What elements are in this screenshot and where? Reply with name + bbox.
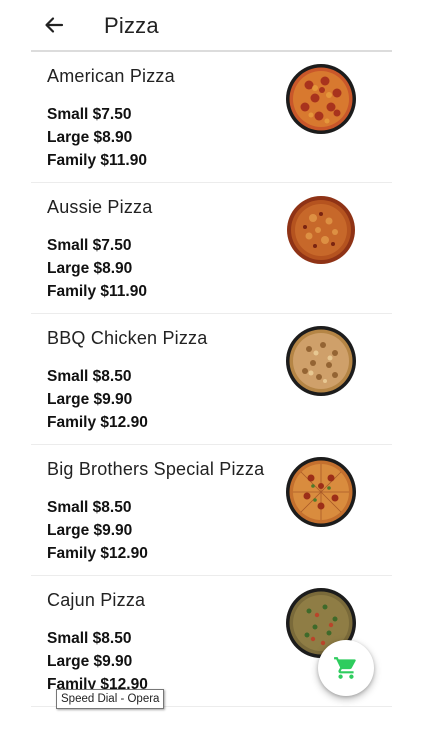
item-name: Cajun Pizza xyxy=(47,590,146,610)
page-title: Pizza xyxy=(104,13,159,38)
menu-item-bbq-chicken-pizza[interactable]: BBQ Chicken Pizza Small $8.50 Large $9.9… xyxy=(31,314,392,445)
price-list: Small $7.50 Large $8.90 Family $11.90 xyxy=(47,234,147,303)
pizza-image xyxy=(286,457,356,527)
price-family: Family $11.90 xyxy=(47,152,147,169)
price-small: Small $8.50 xyxy=(47,368,132,385)
item-name: Aussie Pizza xyxy=(47,197,153,217)
menu-item-aussie-pizza[interactable]: Aussie Pizza Small $7.50 Large $8.90 Fam… xyxy=(31,183,392,314)
price-large: Large $8.90 xyxy=(47,129,133,146)
price-list: Small $8.50 Large $9.90 Family $12.90 xyxy=(47,365,148,434)
cart-icon xyxy=(334,657,356,679)
item-name: Big Brothers Special Pizza xyxy=(47,459,265,479)
price-family: Family $11.90 xyxy=(47,283,147,300)
price-family: Family $12.90 xyxy=(47,545,148,562)
item-name: BBQ Chicken Pizza xyxy=(47,328,208,348)
menu-item-american-pizza[interactable]: American Pizza Small $7.50 Large $8.90 F… xyxy=(31,52,392,183)
cart-button[interactable] xyxy=(318,640,374,696)
price-large: Large $9.90 xyxy=(47,522,133,539)
price-list: Small $8.50 Large $9.90 Family $12.90 xyxy=(47,496,148,565)
pizza-menu-screen: Pizza American Pizza Small $7.50 Large $… xyxy=(0,0,422,750)
price-small: Small $7.50 xyxy=(47,237,132,254)
price-small: Small $7.50 xyxy=(47,106,132,123)
pizza-image xyxy=(286,326,356,396)
price-large: Large $8.90 xyxy=(47,260,133,277)
menu-list: American Pizza Small $7.50 Large $8.90 F… xyxy=(31,52,392,707)
pizza-image xyxy=(286,64,356,134)
menu-item-big-brothers-special-pizza[interactable]: Big Brothers Special Pizza Small $8.50 L… xyxy=(31,445,392,576)
app-bar: Pizza xyxy=(31,0,392,52)
tooltip: Speed Dial - Opera xyxy=(56,689,165,709)
price-small: Small $8.50 xyxy=(47,499,132,516)
back-button[interactable] xyxy=(43,14,65,36)
item-name: American Pizza xyxy=(47,66,175,86)
pizza-image xyxy=(287,196,355,264)
price-large: Large $9.90 xyxy=(47,653,133,670)
price-list: Small $7.50 Large $8.90 Family $11.90 xyxy=(47,103,147,172)
price-small: Small $8.50 xyxy=(47,630,132,647)
price-family: Family $12.90 xyxy=(47,414,148,431)
price-large: Large $9.90 xyxy=(47,391,133,408)
price-list: Small $8.50 Large $9.90 Family $12.90 xyxy=(47,627,148,696)
arrow-left-icon xyxy=(45,17,64,33)
